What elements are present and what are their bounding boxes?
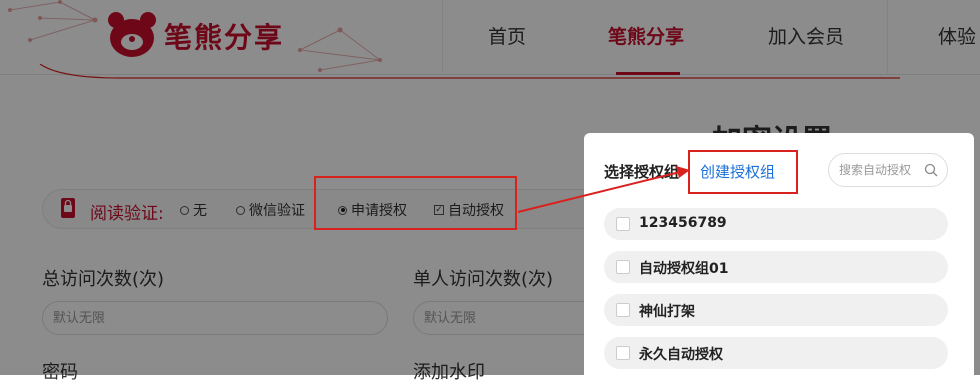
annotation-highlight-box (314, 176, 517, 230)
annotation-highlight-box (688, 150, 798, 194)
auth-group-item[interactable]: 神仙打架 (604, 294, 948, 326)
auth-group-item[interactable]: 自动授权组01 (604, 251, 948, 283)
checkbox-icon[interactable] (616, 260, 630, 274)
search-icon[interactable] (924, 163, 938, 177)
group-label: 永久自动授权 (639, 347, 723, 363)
checkbox-icon[interactable] (616, 346, 630, 360)
group-label: 123456789 (639, 215, 727, 231)
auth-group-popup: 选择授权组 创建授权组 123456789 自动授权组01 神仙打架 永久自动授… (584, 133, 974, 383)
auth-group-item[interactable]: 永久自动授权 (604, 337, 948, 369)
popup-title: 选择授权组 (604, 163, 680, 181)
checkbox-icon[interactable] (616, 303, 630, 317)
group-label: 神仙打架 (639, 304, 695, 320)
checkbox-icon[interactable] (616, 217, 630, 231)
group-label: 自动授权组01 (639, 261, 729, 277)
auth-group-item[interactable]: 123456789 (604, 208, 948, 240)
